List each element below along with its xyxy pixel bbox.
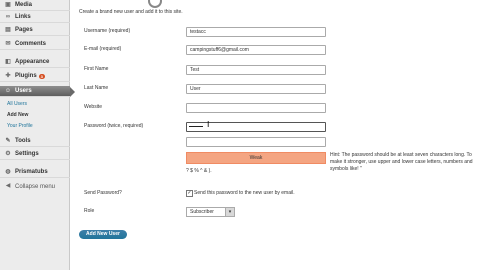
comment-icon: ✉	[5, 41, 11, 47]
website-label: Website	[84, 104, 102, 110]
sidebar-item-label: Appearance	[15, 59, 50, 65]
media-icon: ▣	[5, 2, 11, 8]
password-masked-value	[189, 126, 203, 127]
settings-icon: ⚙	[5, 151, 11, 157]
plugin-icon: ✚	[5, 73, 11, 79]
sidebar-item-label: Collapse menu	[15, 183, 56, 190]
website-field[interactable]	[186, 103, 326, 113]
link-icon: ∞	[5, 14, 11, 20]
text-cursor-icon: Ⅰ	[207, 120, 210, 129]
sidebar-item-prismatubs[interactable]: ◍ Prismatubs	[0, 167, 70, 178]
last-name-field[interactable]: User	[186, 84, 326, 94]
send-password-checkbox-label: Send this password to the new user by em…	[194, 190, 295, 196]
appearance-icon: ◧	[5, 59, 11, 65]
add-new-user-button[interactable]: Add New User	[79, 230, 127, 239]
send-password-label: Send Password?	[84, 190, 122, 196]
sidebar-item-comments[interactable]: ✉ Comments	[0, 39, 70, 50]
last-name-label: Last Name	[84, 85, 109, 91]
password-repeat-field[interactable]	[186, 137, 326, 147]
sidebar-item-media[interactable]: ▣ Media	[0, 0, 70, 11]
sidebar-item-users[interactable]: ☺ Users	[0, 86, 75, 97]
submenu-add-new[interactable]: Add New	[7, 112, 28, 118]
password-hint: Hint: The password should be at least se…	[330, 152, 473, 172]
plugins-update-badge: 3	[38, 73, 45, 79]
sidebar-item-settings[interactable]: ⚙ Settings	[0, 149, 70, 160]
role-label: Role	[84, 208, 95, 214]
password-hint-continued: ? $ % ^ & ).	[186, 168, 212, 174]
sidebar-item-label: Media	[15, 2, 33, 8]
prismatubs-icon: ◍	[5, 169, 11, 175]
chevron-down-icon: ▾	[225, 208, 234, 216]
first-name-label: First Name	[84, 66, 109, 72]
password-strength-indicator: Weak	[186, 152, 326, 164]
users-icon: ☺	[4, 88, 12, 94]
password-label: Password (twice, required)	[84, 123, 144, 129]
collapse-icon: ◀	[5, 183, 11, 189]
sidebar-item-label: Settings	[15, 151, 39, 157]
page-intro-text: Create a brand new user and add it to th…	[79, 9, 183, 15]
sidebar-item-label: Pages	[15, 27, 33, 33]
sidebar-item-label: Users	[15, 88, 32, 94]
role-select-value: Subscriber	[190, 209, 214, 215]
main-content: Create a brand new user and add it to th…	[70, 0, 480, 270]
sidebar-item-plugins[interactable]: ✚ Plugins 3	[0, 71, 70, 82]
email-label: E-mail (required)	[84, 46, 122, 52]
submenu-all-users[interactable]: All Users	[7, 101, 27, 107]
admin-sidebar: ▣ Media ∞ Links ▤ Pages ✉ Comments ◧ Appearan…	[0, 0, 75, 270]
page-icon: ▤	[5, 27, 11, 33]
sidebar-item-label: Prismatubs	[15, 169, 48, 175]
collapse-menu[interactable]: ◀ Collapse menu	[0, 181, 70, 192]
sidebar-item-links[interactable]: ∞ Links	[0, 12, 70, 23]
tools-icon: ✎	[5, 138, 11, 144]
first-name-field[interactable]: Test	[186, 65, 326, 75]
role-select[interactable]: Subscriber ▾	[186, 207, 235, 217]
sidebar-item-appearance[interactable]: ◧ Appearance	[0, 57, 70, 68]
sidebar-item-tools[interactable]: ✎ Tools	[0, 136, 70, 147]
sidebar-item-label: Comments	[15, 41, 47, 47]
submenu-your-profile[interactable]: Your Profile	[7, 123, 33, 129]
sidebar-item-label: Links	[15, 14, 31, 20]
username-label: Username (required)	[84, 28, 131, 34]
sidebar-item-label: Tools	[15, 138, 31, 144]
page-icon-ring	[148, 0, 162, 8]
sidebar-item-label: Plugins	[15, 73, 37, 79]
username-field[interactable]: testacc	[186, 27, 326, 37]
send-password-checkbox[interactable]: ✓	[186, 190, 193, 197]
email-field[interactable]: campingstuff6@gmail.com	[186, 45, 326, 55]
sidebar-item-pages[interactable]: ▤ Pages	[0, 25, 70, 36]
